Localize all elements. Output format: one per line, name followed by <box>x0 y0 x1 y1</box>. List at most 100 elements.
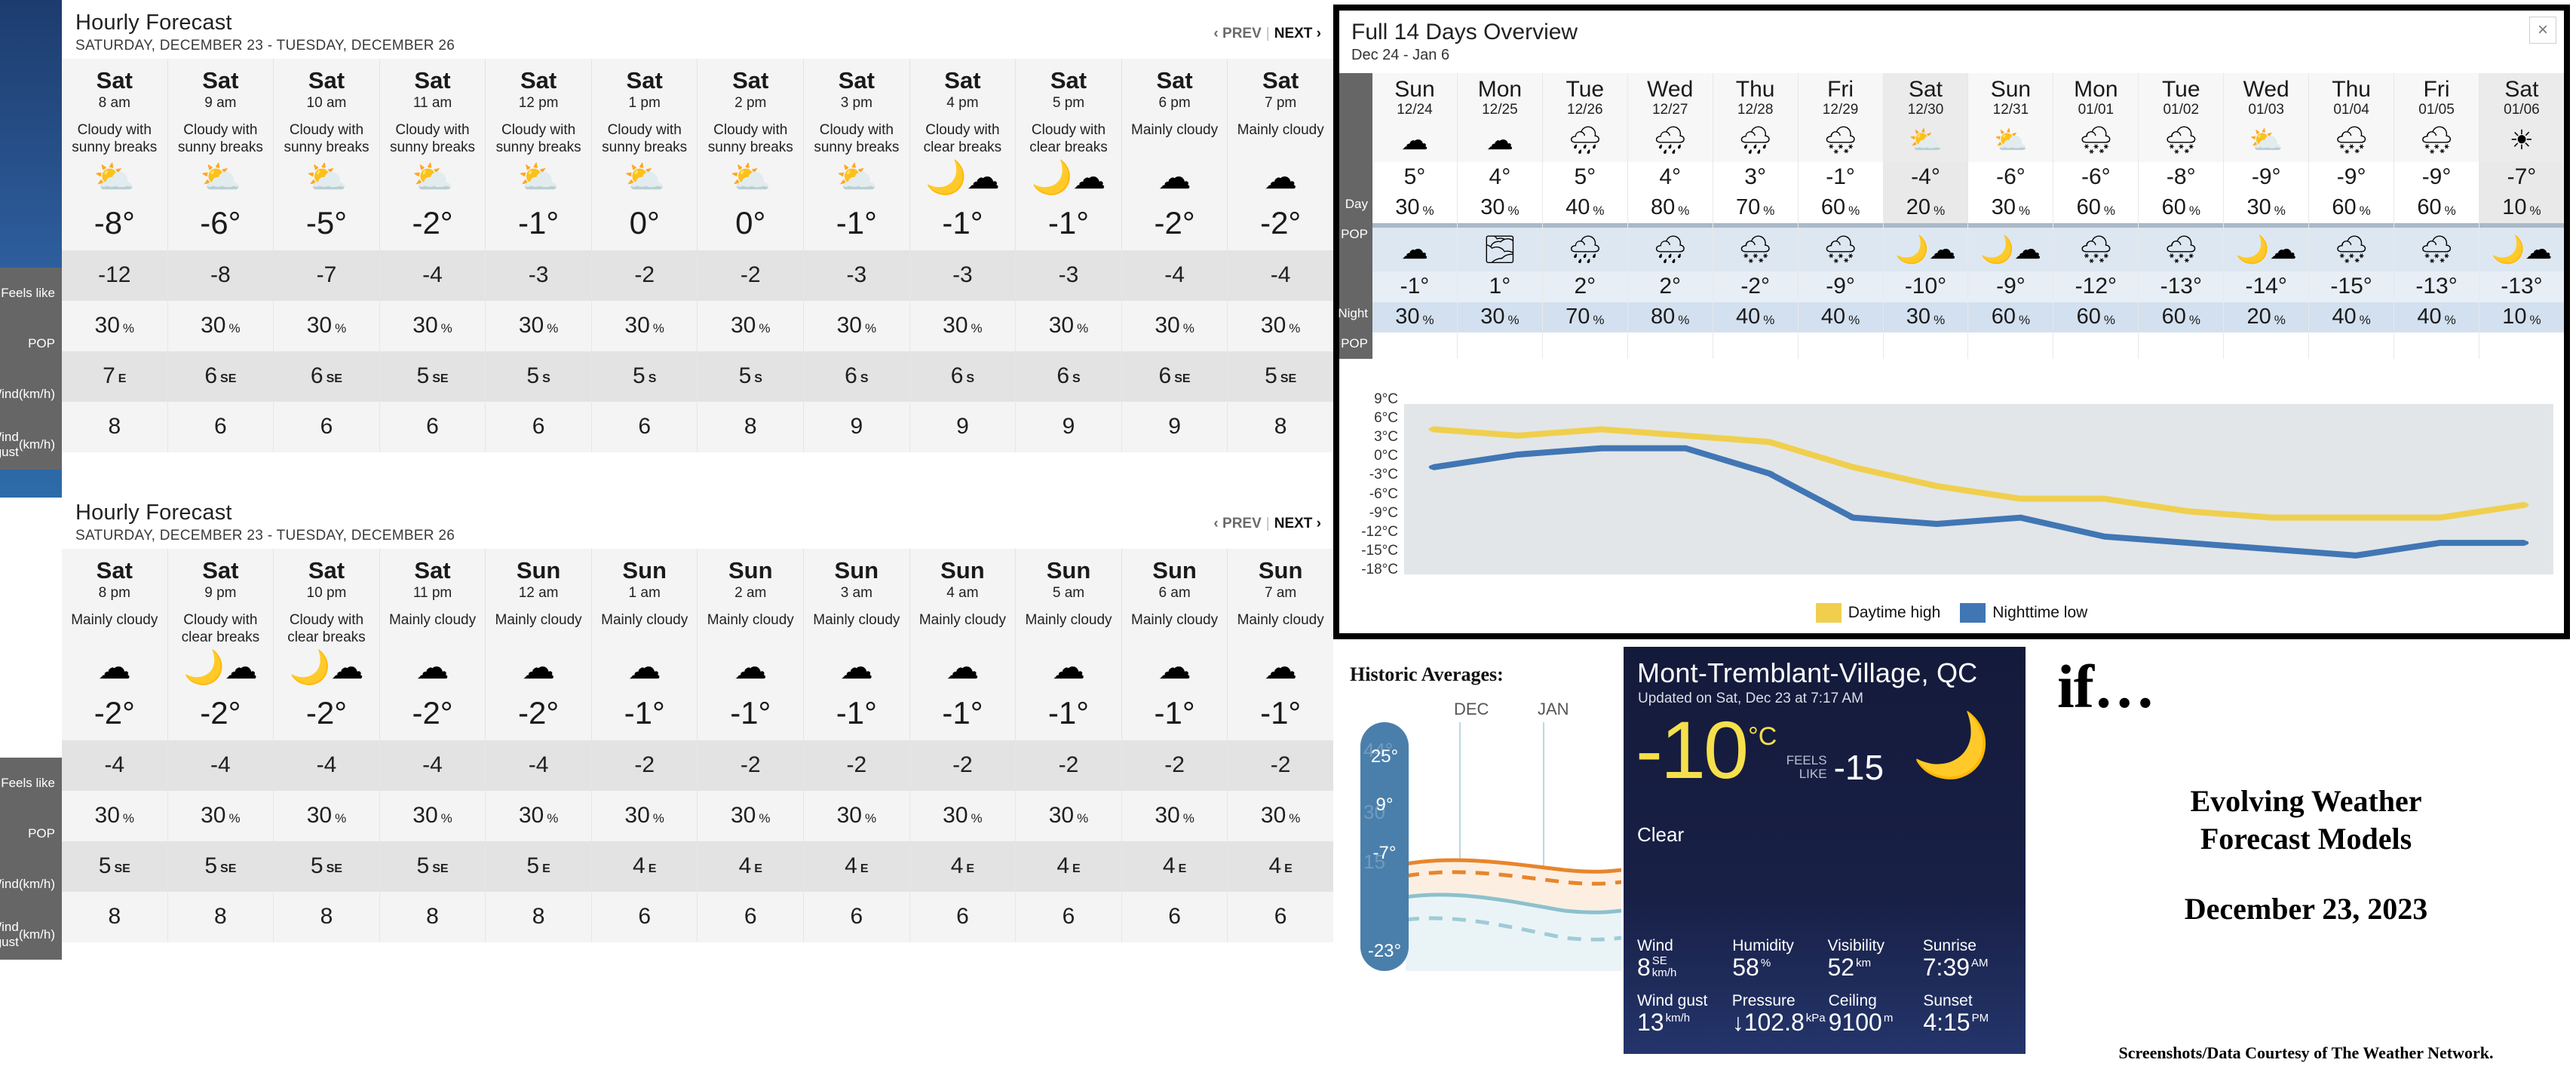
hourly-column-grid: Sat 8 pm Mainly cloudy ☁ -2° Sat 9 pm Cloudy wi… <box>62 549 1333 740</box>
prev-button[interactable]: ‹ PREV <box>1213 516 1261 531</box>
hourly-column[interactable]: Sat 11 pm Mainly cloudy ☁ -2° <box>379 549 486 740</box>
overview-day-date: 12/30 <box>1907 101 1944 118</box>
data-cell: 6S <box>909 351 1017 402</box>
overview-day-column[interactable]: Mon 01/01 🌨 -6° 60% 🌨 -12° 60% <box>2053 73 2139 359</box>
data-cell: -4 <box>1121 250 1228 301</box>
column-condition: Mainly cloudy <box>813 611 900 628</box>
column-hour: 2 am <box>734 584 767 601</box>
hourly-column[interactable]: Sat 5 pm Cloudy with clear breaks 🌙☁ -1° <box>1016 59 1122 250</box>
overview-day-column[interactable]: Tue 01/02 🌨 -8° 60% 🌨 -13° 60% <box>2139 73 2225 359</box>
overview-day-column[interactable]: Wed 01/03 ⛅ -9° 30% 🌙☁ -14° 20% <box>2224 73 2310 359</box>
overview-day-temp: -9° <box>2251 164 2281 189</box>
side-label-day-icon-spacer <box>1339 145 1372 188</box>
overview-day-date: 01/05 <box>2418 101 2455 118</box>
hourly-column[interactable]: Sat 7 pm Mainly cloudy ☁ -2° <box>1228 59 1333 250</box>
data-cell: 30% <box>804 790 910 841</box>
overview-day-column[interactable]: Sat 01/06 ☀ -7° 10% 🌙☁ -13° 10% <box>2479 73 2564 359</box>
data-cell: 30% <box>167 300 274 351</box>
chart-svg <box>1428 427 2529 559</box>
column-hour: 9 pm <box>204 584 237 601</box>
stat-sunrise: Sunrise 7:39 AM <box>1920 937 2015 981</box>
cloud-icon: ☁ <box>946 648 980 686</box>
column-hour: 7 am <box>1265 584 1297 601</box>
overview-day-column[interactable]: Thu 12/28 🌧 3° 70% 🌨 -2° 40% <box>1713 73 1799 359</box>
sun-behind-cloud-icon: ⛅ <box>1994 124 2028 155</box>
overview-day-column[interactable]: Sun 12/24 ☁ 5° 30% ☁ -1° 30% <box>1372 73 1458 359</box>
hourly-column[interactable]: Sat 10 am Cloudy with sunny breaks ⛅ -5° <box>274 59 380 250</box>
next-button[interactable]: NEXT › <box>1274 516 1321 531</box>
hourly-column[interactable]: Sun 4 am Mainly cloudy ☁ -1° <box>909 549 1017 740</box>
side-label-day: Day <box>1345 196 1368 211</box>
data-cell: -2 <box>591 740 698 791</box>
stat-ceiling: Ceiling 9100 m <box>1826 992 1921 1036</box>
data-cell: -2 <box>909 740 1017 791</box>
overview-day-column[interactable]: Thu 01/04 🌨 -9° 60% 🌨 -15° 40% <box>2309 73 2395 359</box>
hourly-column[interactable]: Sat 3 pm Cloudy with sunny breaks ⛅ -1° <box>804 59 910 250</box>
column-hour: 3 pm <box>840 94 872 111</box>
data-cell: 30% <box>591 300 698 351</box>
overview-day-pop: 30% <box>1480 195 1520 219</box>
hourly-column[interactable]: Sat 1 pm Cloudy with sunny breaks ⛅ 0° <box>591 59 698 250</box>
data-cell: -2 <box>1121 740 1228 791</box>
overview-day-temp: -1° <box>1826 164 1855 189</box>
prev-button[interactable]: ‹ PREV <box>1213 26 1261 41</box>
column-temperature: -2° <box>305 694 348 730</box>
overview-day-column[interactable]: Fri 01/05 🌨 -9° 60% 🌨 -13° 40% <box>2394 73 2479 359</box>
cloud-icon: ☁ <box>416 648 449 686</box>
overview-night-pop: 30% <box>1457 302 1542 332</box>
data-cell: -2 <box>1228 740 1333 791</box>
stat-value: 8 SE km/h <box>1637 953 1677 981</box>
overview-day-column[interactable]: Sat 12/30 ⛅ -4° 20% 🌙☁ -10° 30% <box>1883 73 1969 359</box>
hourly-column[interactable]: Sun 1 am Mainly cloudy ☁ -1° <box>591 549 698 740</box>
overview-day-date: 12/24 <box>1397 101 1433 118</box>
hourly-column[interactable]: Sat 9 am Cloudy with sunny breaks ⛅ -6° <box>167 59 274 250</box>
overview-day-column[interactable]: Wed 12/27 🌧 4° 80% 🌧 2° 80% <box>1627 73 1713 359</box>
row-label: Feels like <box>1 285 55 300</box>
overview-day-column[interactable]: Sun 12/31 ⛅ -6° 30% 🌙☁ -9° 60% <box>1968 73 2054 359</box>
column-temperature: -1° <box>836 204 877 240</box>
chart-y-tick: -9°C <box>1369 504 1398 521</box>
overview-day-temp: 5° <box>1574 164 1596 189</box>
sun-behind-cloud-icon: ⛅ <box>94 158 136 196</box>
wind-gust-row: 866666899998 <box>62 401 1333 452</box>
hourly-column[interactable]: Sat 11 am Cloudy with sunny breaks ⛅ -2° <box>379 59 486 250</box>
overview-night-pop: 30% <box>1883 302 1968 332</box>
data-cell: 6 <box>698 891 805 942</box>
close-icon[interactable]: × <box>2529 17 2556 44</box>
hourly-column[interactable]: Sat 8 am Cloudy with sunny breaks ⛅ -8° <box>62 59 168 250</box>
snow-cloud-icon: 🌨 <box>2139 227 2224 271</box>
data-cell: 8 <box>486 891 592 942</box>
side-label-day-pop: POP <box>1341 227 1368 241</box>
column-day: Sun <box>1258 557 1303 583</box>
overview-day-temp: 3° <box>1744 164 1766 189</box>
hourly-column[interactable]: Sun 6 am Mainly cloudy ☁ -1° <box>1121 549 1228 740</box>
hourly-column[interactable]: Sat 4 pm Cloudy with clear breaks 🌙☁ -1° <box>909 59 1017 250</box>
next-button[interactable]: NEXT › <box>1274 26 1321 41</box>
column-hour: 3 am <box>840 584 872 601</box>
hourly-column[interactable]: Sun 3 am Mainly cloudy ☁ -1° <box>804 549 910 740</box>
stat-unit: SE km/h <box>1651 954 1677 979</box>
data-cell: 8 <box>62 401 168 452</box>
hourly-column[interactable]: Sat 2 pm Cloudy with sunny breaks ⛅ 0° <box>698 59 805 250</box>
overview-day-column[interactable]: Fri 12/29 🌨 -1° 60% 🌨 -9° 40% <box>1798 73 1884 359</box>
crescent-moon-icon: 🌙 <box>1912 709 1991 780</box>
hourly-column[interactable]: Sat 8 pm Mainly cloudy ☁ -2° <box>62 549 168 740</box>
hourly-column[interactable]: Sat 12 pm Cloudy with sunny breaks ⛅ -1° <box>486 59 592 250</box>
hourly-column[interactable]: Sun 12 am Mainly cloudy ☁ -2° <box>486 549 592 740</box>
overview-day-pop: 60% <box>2161 195 2200 219</box>
overview-day-column[interactable]: Tue 12/26 🌧 5° 40% 🌧 2° 70% <box>1542 73 1628 359</box>
data-cell: -3 <box>804 250 910 301</box>
hourly-column[interactable]: Sun 7 am Mainly cloudy ☁ -1° <box>1228 549 1333 740</box>
sun-behind-cloud-icon: ⛅ <box>2249 124 2283 155</box>
data-cell: 9 <box>1121 401 1228 452</box>
hourly-column[interactable]: Sat 6 pm Mainly cloudy ☁ -2° <box>1121 59 1228 250</box>
overview-day-column[interactable]: Mon 12/25 ☁ 4° 30% 🌫 1° 30% <box>1457 73 1543 359</box>
feels-like-label: FEELS LIKE <box>1786 753 1827 781</box>
hourly-column[interactable]: Sun 5 am Mainly cloudy ☁ -1° <box>1016 549 1122 740</box>
hourly-column[interactable]: Sat 9 pm Cloudy with clear breaks 🌙☁ -2° <box>167 549 274 740</box>
hourly-column[interactable]: Sun 2 am Mainly cloudy ☁ -1° <box>698 549 805 740</box>
column-day: Sat <box>414 557 451 583</box>
overview-night-temp: -13° <box>2479 271 2564 302</box>
hourly-column[interactable]: Sat 10 pm Cloudy with clear breaks 🌙☁ -2° <box>274 549 380 740</box>
chart-y-tick: -6°C <box>1369 485 1398 502</box>
